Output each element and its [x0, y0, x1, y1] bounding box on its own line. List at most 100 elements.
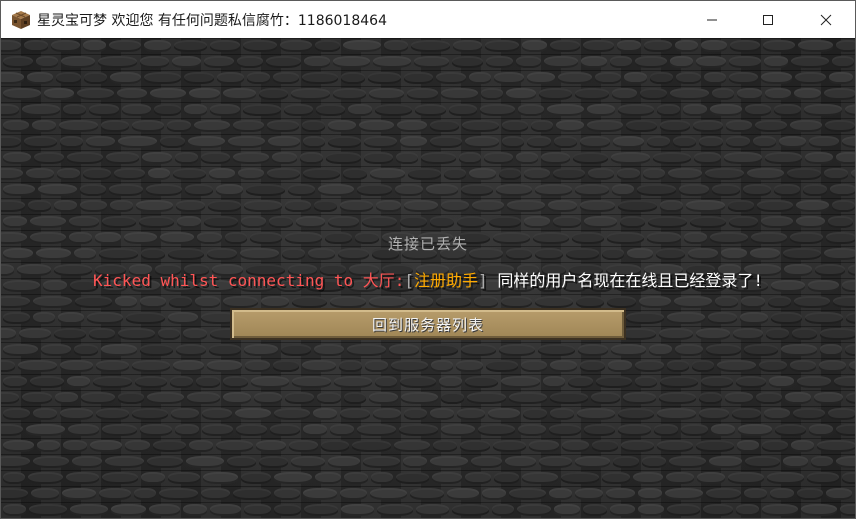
background-stone: [410, 488, 444, 500]
close-button[interactable]: [797, 1, 855, 38]
background-stone: [561, 472, 599, 484]
background-stone: [430, 216, 454, 228]
background-stone: [849, 360, 855, 372]
background-stone: [87, 312, 123, 324]
background-stone: [744, 488, 767, 500]
background-stone: [539, 88, 572, 100]
background-stone: [638, 504, 664, 516]
background-stone: [357, 424, 396, 436]
background-stone: [187, 392, 220, 404]
background-stone: [553, 168, 585, 180]
background-stone: [576, 296, 604, 308]
background-stone: [281, 344, 311, 356]
background-stone: [529, 440, 559, 452]
background-stone: [347, 344, 386, 356]
background-stone: [304, 504, 338, 516]
background-stone: [462, 120, 499, 132]
background-stone: [794, 296, 830, 308]
background-stone: [706, 488, 741, 500]
background-stone: [146, 184, 182, 196]
background-stone: [169, 296, 192, 308]
background-stone: [72, 456, 102, 468]
background-stone: [554, 136, 577, 148]
background-stone: [502, 136, 524, 148]
background-stone: [140, 296, 166, 308]
background-stone: [60, 360, 93, 372]
background-stone: [140, 56, 169, 68]
background-stone: [771, 312, 802, 324]
background-stone: [436, 296, 471, 308]
background-stone: [241, 216, 266, 228]
background-stone: [274, 488, 300, 500]
background-stone: [575, 456, 610, 468]
background-stone: [461, 344, 496, 356]
background-stone: [404, 72, 433, 84]
background-stone: [577, 408, 615, 420]
background-stone: [397, 120, 427, 132]
background-stone: [668, 168, 702, 180]
background-stone: [705, 168, 744, 180]
background-stone: [666, 472, 694, 484]
background-stone: [790, 360, 816, 372]
background-stone: [485, 40, 519, 52]
background-stone: [302, 120, 325, 132]
background-stone: [675, 40, 698, 52]
background-stone: [28, 200, 51, 212]
background-stone: [696, 440, 734, 452]
kick-message-plugin: 注册助手: [414, 271, 479, 290]
background-stone: [730, 40, 760, 52]
background-stone: [110, 72, 141, 84]
background-stone: [779, 136, 806, 148]
background-stone: [3, 88, 41, 100]
background-stone: [507, 200, 545, 212]
background-stone: [728, 200, 754, 212]
background-stone: [102, 216, 136, 228]
background-stone: [102, 424, 137, 436]
background-stone: [268, 136, 300, 148]
background-stone: [176, 344, 206, 356]
minecraft-crafting-table-icon: [12, 10, 30, 29]
maximize-button[interactable]: [739, 1, 797, 38]
background-stone: [763, 40, 795, 52]
background-stone: [836, 152, 855, 164]
background-stone: [334, 376, 372, 388]
background-stone: [189, 88, 220, 100]
connection-lost-heading: 连接已丢失: [387, 235, 468, 253]
background-stone: [3, 56, 33, 68]
minimize-button[interactable]: [683, 1, 741, 38]
background-stone: [304, 56, 330, 68]
background-stone: [96, 360, 129, 372]
background-stone: [22, 392, 52, 404]
background-stone: [635, 360, 664, 372]
background-stone: [410, 296, 433, 308]
title-bar[interactable]: 星灵宝可梦 欢迎您 有任何问题私信腐竹：1186018464: [1, 1, 855, 38]
background-stone: [54, 200, 77, 212]
kick-message-prefix: Kicked whilst connecting to: [93, 271, 363, 290]
background-stone: [284, 104, 313, 116]
background-stone: [469, 72, 491, 84]
background-stone: [60, 408, 93, 420]
background-stone: [54, 328, 86, 340]
background-stone: [785, 392, 811, 404]
background-stone: [168, 312, 198, 324]
background-stone: [33, 456, 69, 468]
background-stone: [33, 408, 57, 420]
background-stone: [717, 360, 756, 372]
background-stone: [635, 56, 667, 68]
background-stone: [774, 104, 801, 116]
back-to-server-list-button[interactable]: 回到服务器列表: [230, 308, 626, 340]
background-stone: [63, 440, 87, 452]
background-stone: [457, 408, 485, 420]
background-stone: [173, 360, 204, 372]
background-stone: [328, 120, 356, 132]
background-stone: [38, 184, 77, 196]
background-stone: [452, 56, 483, 68]
background-stone: [796, 200, 829, 212]
background-stone: [501, 296, 532, 308]
background-stone: [369, 88, 404, 100]
background-stone: [296, 216, 325, 228]
background-stone: [669, 456, 706, 468]
background-stone: [400, 216, 427, 228]
background-stone: [41, 344, 71, 356]
background-stone: [326, 152, 361, 164]
